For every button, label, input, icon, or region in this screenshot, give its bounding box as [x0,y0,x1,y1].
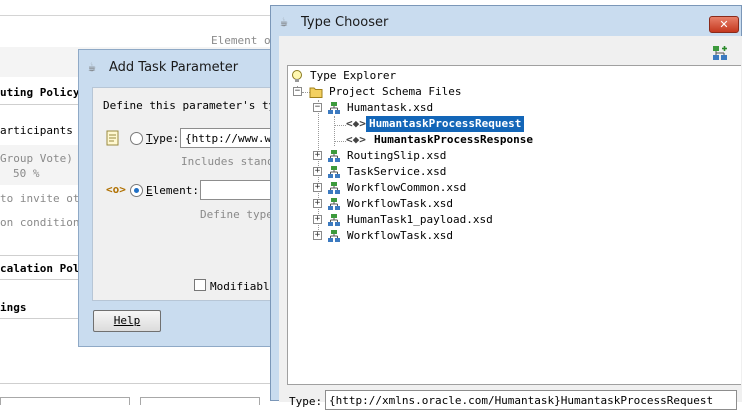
bottom-tab[interactable] [0,397,130,405]
tree-node-label: TaskService.xsd [347,165,447,178]
expand-toggle[interactable]: + [313,215,322,224]
collapse-toggle[interactable]: − [313,103,322,112]
element-column-label: Element or [211,34,278,47]
tree-line [334,125,346,126]
tree-node-label: RoutingSlip.xsd [347,149,447,162]
tree-node-label: HumanTask1_payload.xsd [347,213,493,226]
type-mnemonic: T [146,132,153,145]
schema-icon [328,150,340,162]
bottom-tab[interactable] [140,397,260,405]
schema-icon [328,230,340,242]
tree-node-label: Type Explorer [310,69,397,82]
schema-icon [328,182,340,194]
help-button-label: Help [113,314,141,327]
tree-node-label: Humantask.xsd [347,101,434,114]
routing-policy-heading: uting Policy [0,86,80,99]
vote-percent-text: 50 % [13,167,40,180]
light-bulb-icon [292,70,302,82]
add-schema-icon[interactable] [712,45,728,61]
element-option-rest: lement: [152,184,199,197]
element-mnemonic: E [146,184,153,197]
expand-toggle[interactable]: + [313,167,322,176]
type-explorer-tree[interactable]: Type Explorer − Project Schema Files − H… [287,65,741,385]
modifiable-label[interactable]: Modifiable [210,280,276,293]
escalation-policy-heading: calation Poli [0,262,87,275]
type-chooser-dialog: ☕ Type Chooser ✕ Type Explorer − Project… [270,5,742,410]
type-field[interactable]: {http://www.w3 [180,128,279,148]
divider [0,383,280,384]
group-vote-text: Group Vote) [0,152,73,165]
on-condition-text: on condition [0,216,80,229]
help-button[interactable]: Help [93,310,161,332]
element-icon: <◆> [346,117,366,130]
schema-icon [328,198,340,210]
instruction-text: Define this parameter's type [103,99,289,112]
element-option-label[interactable]: Element: [146,184,199,197]
tree-node-label: WorkflowTask.xsd [347,197,453,210]
java-cup-icon: ☕ [280,15,288,30]
dialog-title-bar[interactable]: ☕ Add Task Parameter [79,50,279,86]
element-icon: <o> [106,183,126,196]
modifiable-checkbox[interactable] [194,279,206,291]
expand-toggle[interactable]: + [313,199,322,208]
schema-icon [328,214,340,226]
settings-heading: ings [0,301,27,314]
selected-type-field[interactable]: {http://xmlns.oracle.com/Humantask}Human… [325,390,737,410]
add-task-parameter-dialog: ☕ Add Task Parameter Define this paramet… [78,49,288,347]
dialog-title: Add Task Parameter [109,60,239,75]
tree-node-label: WorkflowCommon.xsd [347,181,467,194]
tree-line [334,141,346,142]
element-icon: <◆> [346,133,366,146]
type-option-rest: ype: [152,132,180,145]
expand-toggle[interactable]: + [313,231,322,240]
schema-icon [328,166,340,178]
document-icon [106,130,119,146]
dialog-title-bar[interactable]: ☕ Type Chooser [271,6,742,40]
collapse-toggle[interactable]: − [293,87,302,96]
element-radio[interactable] [130,184,143,197]
expand-toggle[interactable]: + [313,151,322,160]
invite-others-text: to invite oth [0,192,87,205]
type-hint-text: Includes standa [181,155,281,168]
element-hint-text: Define type [200,208,273,221]
participants-label[interactable]: articipants [0,124,73,137]
header-divider [0,0,280,16]
schema-icon [328,102,340,114]
element-field[interactable] [200,180,279,200]
folder-icon [309,87,323,98]
java-cup-icon: ☕ [88,60,96,75]
tree-node-label: WorkflowTask.xsd [347,229,453,242]
tree-node-label: Project Schema Files [329,85,462,98]
tree-node-label: HumantaskProcessResponse [374,133,533,146]
expand-toggle[interactable]: + [313,183,322,192]
dialog-title: Type Chooser [301,15,389,30]
type-option-label[interactable]: Type: [146,132,179,145]
type-label: Type: [289,395,323,408]
tree-node-label: HumantaskProcessRequest [366,116,525,132]
close-button[interactable]: ✕ [709,16,739,33]
type-radio[interactable] [130,132,143,145]
